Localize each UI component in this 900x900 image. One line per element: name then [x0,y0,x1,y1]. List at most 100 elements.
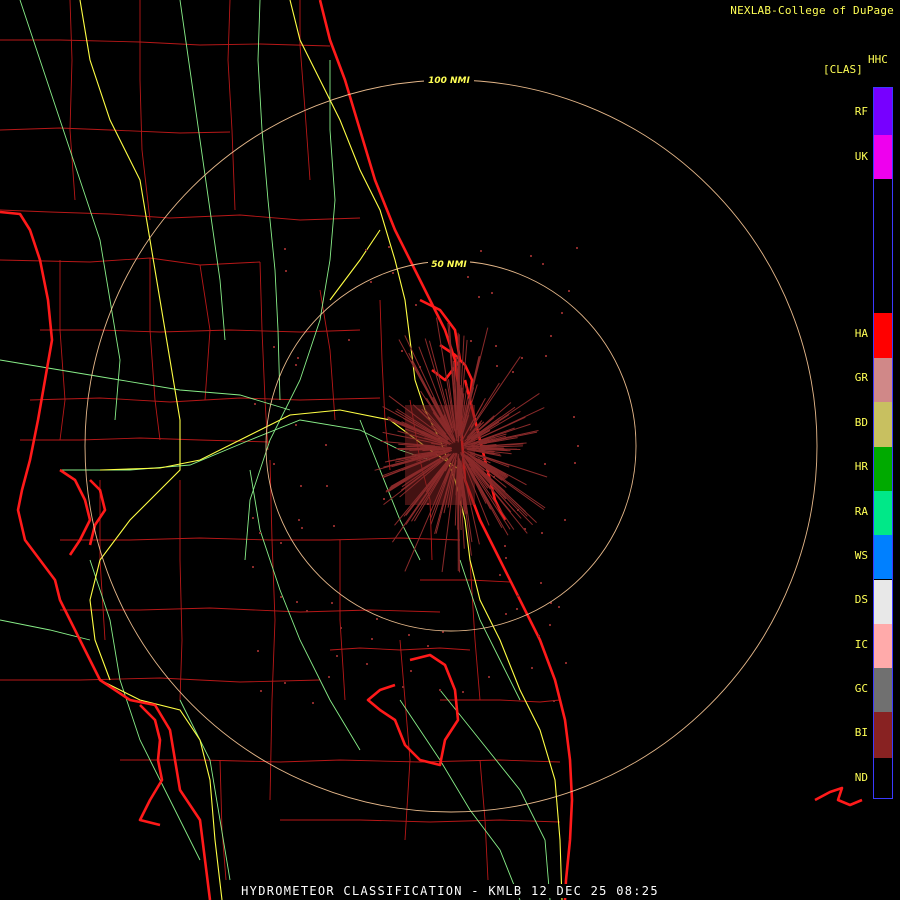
echo-speckle [295,424,297,426]
legend-product-code: HHC [868,53,888,66]
echo-speckle [512,371,514,373]
echo-speckle [348,339,350,341]
echo-speckle [574,462,576,464]
echo-speckle [467,276,469,278]
echo-speckle [285,270,287,272]
echo-speckle [470,340,472,342]
legend-swatch-rf [874,88,892,135]
echo-speckle [558,606,560,608]
echo-speckle [478,296,480,298]
echo-speckle [273,346,275,348]
echo-speckle [254,403,256,405]
echo-speckle [439,689,441,691]
echo-speckle [573,416,575,418]
echo-speckle [516,608,518,610]
echo-speckle [296,601,298,603]
echo-speckle [495,345,497,347]
echo-speckle [480,250,482,252]
radar-map: 100 NMI 50 NMI [0,0,863,900]
echo-speckle [402,686,404,688]
echo-speckle [297,357,299,359]
legend-label-bd: BD [854,416,868,429]
echo-speckle [568,290,570,292]
echo-speckle [280,596,282,598]
echo-speckle [488,676,490,678]
echo-speckle [284,248,286,250]
echo-speckle [419,366,421,368]
echo-speckle [550,335,552,337]
echo-speckle [521,357,523,359]
echo-speckle [549,624,551,626]
echo-speckle [458,354,460,356]
legend-label-rf: RF [854,105,868,118]
range-ring-label-100: 100 NMI [428,76,470,86]
legend-label-ic: IC [854,638,868,651]
legend-label-ws: WS [854,549,868,562]
footer-title-bar: HYDROMETEOR CLASSIFICATION - KMLB 12 DEC… [0,884,900,898]
echo-speckle [325,444,327,446]
echo-speckle [331,602,333,604]
echo-speckle [491,292,493,294]
legend-label-ds: DS [854,593,868,606]
echo-streak [409,447,445,450]
echo-speckle [365,249,367,251]
echo-speckle [538,635,540,637]
echo-speckle [561,312,563,314]
echo-speckle [544,463,546,465]
echo-speckle [505,613,507,615]
echo-speckle [284,682,286,684]
echo-speckle [540,582,542,584]
echo-speckle [298,519,300,521]
echo-speckle [410,670,412,672]
echo-speckle [499,574,501,576]
echo-speckle [312,702,314,704]
echo-speckle [408,634,410,636]
echo-speckle [371,638,373,640]
credit-text: NEXLAB-College of DuPage [730,4,894,17]
echo-speckle [257,650,259,652]
echo-speckle [306,610,308,612]
legend-swatch-gr [874,358,892,402]
echo-speckle [366,663,368,665]
echo-speckle [542,263,544,265]
echo-speckle [326,485,328,487]
echo-speckle [545,355,547,357]
echo-speckle [333,525,335,527]
legend-swatch-bi [874,712,892,758]
echo-speckle [301,527,303,529]
echo-speckle [496,365,498,367]
footer-title: HYDROMETEOR CLASSIFICATION - KMLB 12 DEC… [239,884,661,898]
echo-speckle [376,618,378,620]
echo-speckle [541,532,543,534]
echo-speckle [564,519,566,521]
legend-swatch-ds [874,580,892,624]
color-legend-bar [873,87,893,799]
echo-speckle [340,627,342,629]
echo-speckle [252,566,254,568]
echo-speckle [392,272,394,274]
legend-swatch-hr [874,447,892,491]
legend-swatch-uk [874,135,892,179]
echo-speckle [577,445,579,447]
echo-speckle [531,667,533,669]
echo-speckle [370,281,372,283]
echo-speckle [576,247,578,249]
legend-swatch-ra [874,491,892,536]
radar-echo-returns [252,246,579,704]
echo-speckle [517,595,519,597]
echo-speckle [252,517,254,519]
echo-speckle [553,700,555,702]
echo-speckle [259,532,261,534]
echo-speckle [383,498,385,500]
echo-speckle [388,246,390,248]
legend-swatch-ic [874,624,892,669]
echo-speckle [565,662,567,664]
echo-speckle [401,350,403,352]
legend-swatch-gc [874,668,892,712]
echo-speckle [280,542,282,544]
echo-speckle [415,304,417,306]
echo-speckle [524,528,526,530]
echo-speckle [260,690,262,692]
echo-speckle [504,545,506,547]
legend-swatch-ha [874,313,892,358]
